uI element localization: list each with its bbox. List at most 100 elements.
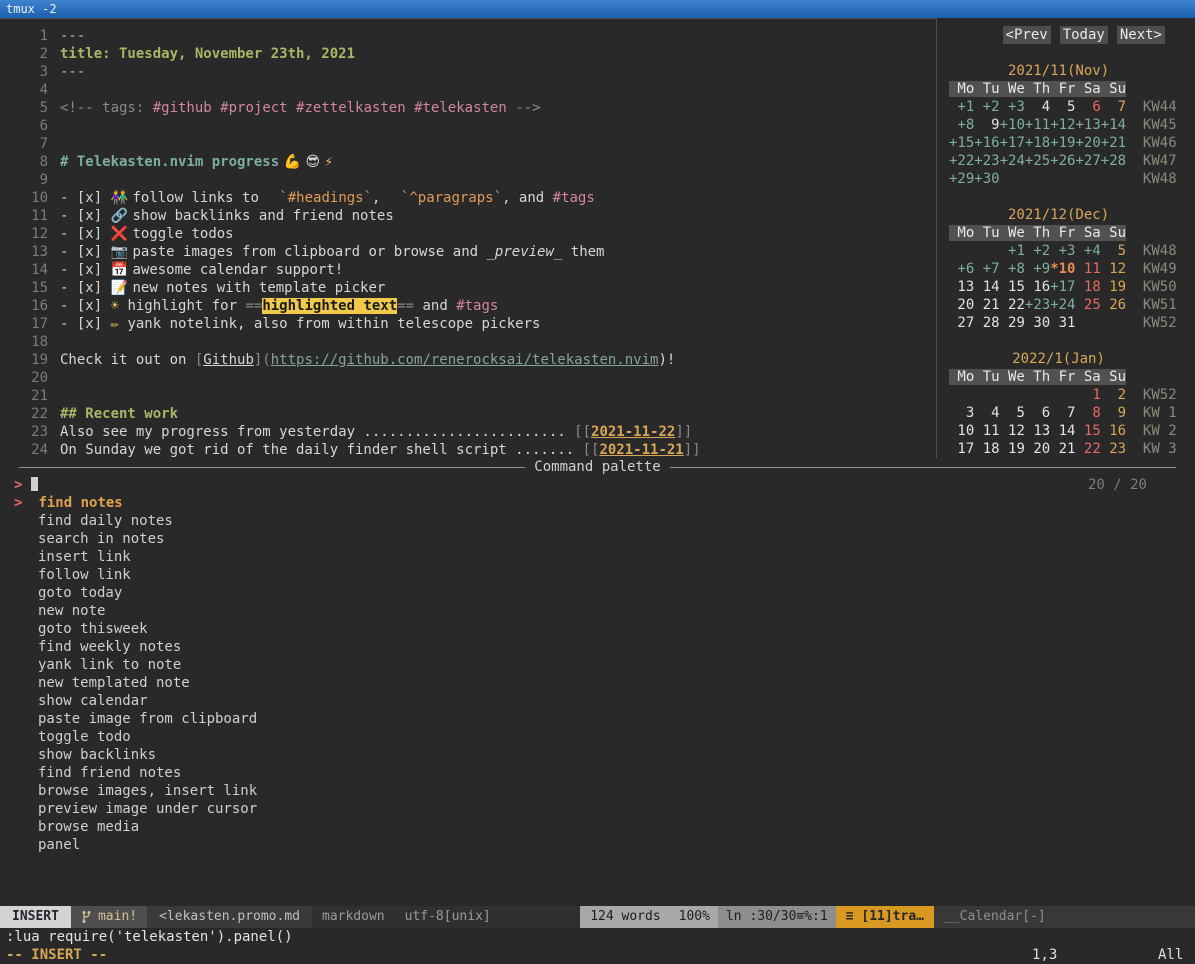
editor-line[interactable]: 9 (0, 171, 936, 189)
calendar-day[interactable]: +1 (949, 99, 974, 115)
calendar-day[interactable]: +9 (1025, 261, 1050, 277)
calendar-day[interactable]: 8 (1075, 405, 1100, 421)
calendar-day[interactable]: +15 (949, 135, 974, 151)
calendar-day[interactable]: 5 (1101, 243, 1126, 259)
palette-item[interactable]: find weekly notes (0, 638, 1195, 656)
calendar-day[interactable]: *10 (1050, 261, 1075, 277)
calendar-prev-button[interactable]: <Prev (1003, 26, 1051, 44)
calendar-day[interactable]: 22 (1075, 441, 1100, 457)
calendar-day[interactable]: 6 (1025, 405, 1050, 421)
calendar-day[interactable]: +16 (974, 135, 999, 151)
palette-item[interactable]: find daily notes (0, 512, 1195, 530)
calendar-day[interactable]: +24 (1000, 153, 1025, 169)
calendar-day[interactable]: 20 (1025, 441, 1050, 457)
editor-line[interactable]: 7 (0, 135, 936, 153)
calendar-day[interactable]: +27 (1075, 153, 1100, 169)
calendar-day[interactable]: 19 (1000, 441, 1025, 457)
editor-line[interactable]: 15- [x] 📝 new notes with template picker (0, 279, 936, 297)
editor-line[interactable]: 8# Telekasten.nvim progress 💪 😎 ⚡ (0, 153, 936, 171)
palette-item[interactable]: show calendar (0, 692, 1195, 710)
calendar-day[interactable]: +26 (1050, 153, 1075, 169)
palette-item[interactable]: new note (0, 602, 1195, 620)
calendar-day[interactable]: 12 (1101, 261, 1126, 277)
calendar-day[interactable]: +3 (1050, 243, 1075, 259)
calendar-day[interactable]: +3 (1000, 99, 1025, 115)
calendar-day[interactable]: +11 (1025, 117, 1050, 133)
palette-item[interactable]: browse media (0, 818, 1195, 836)
calendar-day[interactable]: +17 (1000, 135, 1025, 151)
editor-line[interactable]: 4 (0, 81, 936, 99)
calendar-day[interactable]: +8 (949, 117, 974, 133)
ref[interactable]: Github (203, 352, 254, 368)
editor-line[interactable]: 19Check it out on [Github](https://githu… (0, 351, 936, 369)
calendar-day[interactable]: 7 (1101, 99, 1126, 115)
calendar-day[interactable]: 29 (1000, 315, 1025, 331)
palette-item[interactable]: toggle todo (0, 728, 1195, 746)
calendar-day[interactable]: +8 (1000, 261, 1025, 277)
calendar-day[interactable]: 21 (1050, 441, 1075, 457)
palette-item[interactable]: goto today (0, 584, 1195, 602)
calendar-day[interactable]: +20 (1075, 135, 1100, 151)
calendar-day[interactable]: 5 (1000, 405, 1025, 421)
calendar-day[interactable]: +30 (974, 171, 999, 187)
calendar-day[interactable]: +7 (974, 261, 999, 277)
calendar-day[interactable]: 11 (974, 423, 999, 439)
palette-selected-item[interactable]: >find notes (0, 494, 1195, 512)
editor-line[interactable]: 18 (0, 333, 936, 351)
editor-line[interactable]: 3--- (0, 63, 936, 81)
editor-line[interactable]: 23Also see my progress from yesterday ..… (0, 423, 936, 441)
calendar-day[interactable]: 17 (949, 441, 974, 457)
calendar-day[interactable]: 4 (974, 405, 999, 421)
calendar-day[interactable]: +22 (949, 153, 974, 169)
calendar-day[interactable]: 12 (1000, 423, 1025, 439)
calendar-day[interactable]: 22 (1000, 297, 1025, 313)
editor-line[interactable]: 24On Sunday we got rid of the daily find… (0, 441, 936, 459)
calendar-day[interactable]: +25 (1025, 153, 1050, 169)
editor-line[interactable]: 21 (0, 387, 936, 405)
editor-line[interactable]: 22## Recent work (0, 405, 936, 423)
calendar-day[interactable]: +1 (1000, 243, 1025, 259)
editor-line[interactable]: 5<!-- tags: #github #project #zettelkast… (0, 99, 936, 117)
editor-line[interactable]: 13- [x] 📷 paste images from clipboard or… (0, 243, 936, 261)
calendar-day[interactable]: +6 (949, 261, 974, 277)
calendar-day[interactable]: 16 (1025, 279, 1050, 295)
palette-item[interactable]: paste image from clipboard (0, 710, 1195, 728)
calendar-day[interactable]: 6 (1075, 99, 1100, 115)
calendar-day[interactable]: +2 (974, 99, 999, 115)
editor-line[interactable]: 20 (0, 369, 936, 387)
calendar-next-button[interactable]: Next> (1117, 26, 1165, 44)
link[interactable]: 2021-11-21 (599, 442, 683, 458)
editor-line[interactable]: 2title: Tuesday, November 23th, 2021 (0, 45, 936, 63)
calendar-day[interactable]: 28 (974, 315, 999, 331)
calendar-day[interactable]: 11 (1075, 261, 1100, 277)
editor-line[interactable]: 17- [x] ✏ yank notelink, also from withi… (0, 315, 936, 333)
calendar-day[interactable]: +23 (974, 153, 999, 169)
calendar-day[interactable]: 30 (1025, 315, 1050, 331)
calendar-day[interactable]: 5 (1050, 99, 1075, 115)
calendar-day[interactable]: +14 (1101, 117, 1126, 133)
calendar-day[interactable]: +19 (1050, 135, 1075, 151)
palette-item[interactable]: find friend notes (0, 764, 1195, 782)
editor-line[interactable]: 14- [x] 📅 awesome calendar support! (0, 261, 936, 279)
editor-line[interactable]: 11- [x] 🔗 show backlinks and friend note… (0, 207, 936, 225)
calendar-today-button[interactable]: Today (1060, 26, 1108, 44)
calendar-day[interactable]: +12 (1050, 117, 1075, 133)
calendar-day[interactable]: 13 (949, 279, 974, 295)
calendar-day[interactable]: +23 (1025, 297, 1050, 313)
calendar-day[interactable]: 23 (1101, 441, 1126, 457)
calendar-day[interactable]: 9 (1101, 405, 1126, 421)
calendar-day[interactable]: +17 (1050, 279, 1075, 295)
palette-item[interactable]: preview image under cursor (0, 800, 1195, 818)
calendar-day[interactable]: 14 (1050, 423, 1075, 439)
calendar-day[interactable]: +28 (1101, 153, 1126, 169)
palette-prompt[interactable]: > 20 / 20 (0, 476, 1195, 494)
palette-item[interactable]: browse images, insert link (0, 782, 1195, 800)
calendar-day[interactable]: 20 (949, 297, 974, 313)
calendar-day[interactable]: 16 (1101, 423, 1126, 439)
calendar-day[interactable]: +21 (1101, 135, 1126, 151)
calendar-day[interactable]: 3 (949, 405, 974, 421)
editor-line[interactable]: 1--- (0, 27, 936, 45)
calendar-day[interactable]: 9 (974, 117, 999, 133)
editor-line[interactable]: 16- [x] ☀ highlight for ==highlighted te… (0, 297, 936, 315)
calendar-day[interactable]: 31 (1050, 315, 1075, 331)
